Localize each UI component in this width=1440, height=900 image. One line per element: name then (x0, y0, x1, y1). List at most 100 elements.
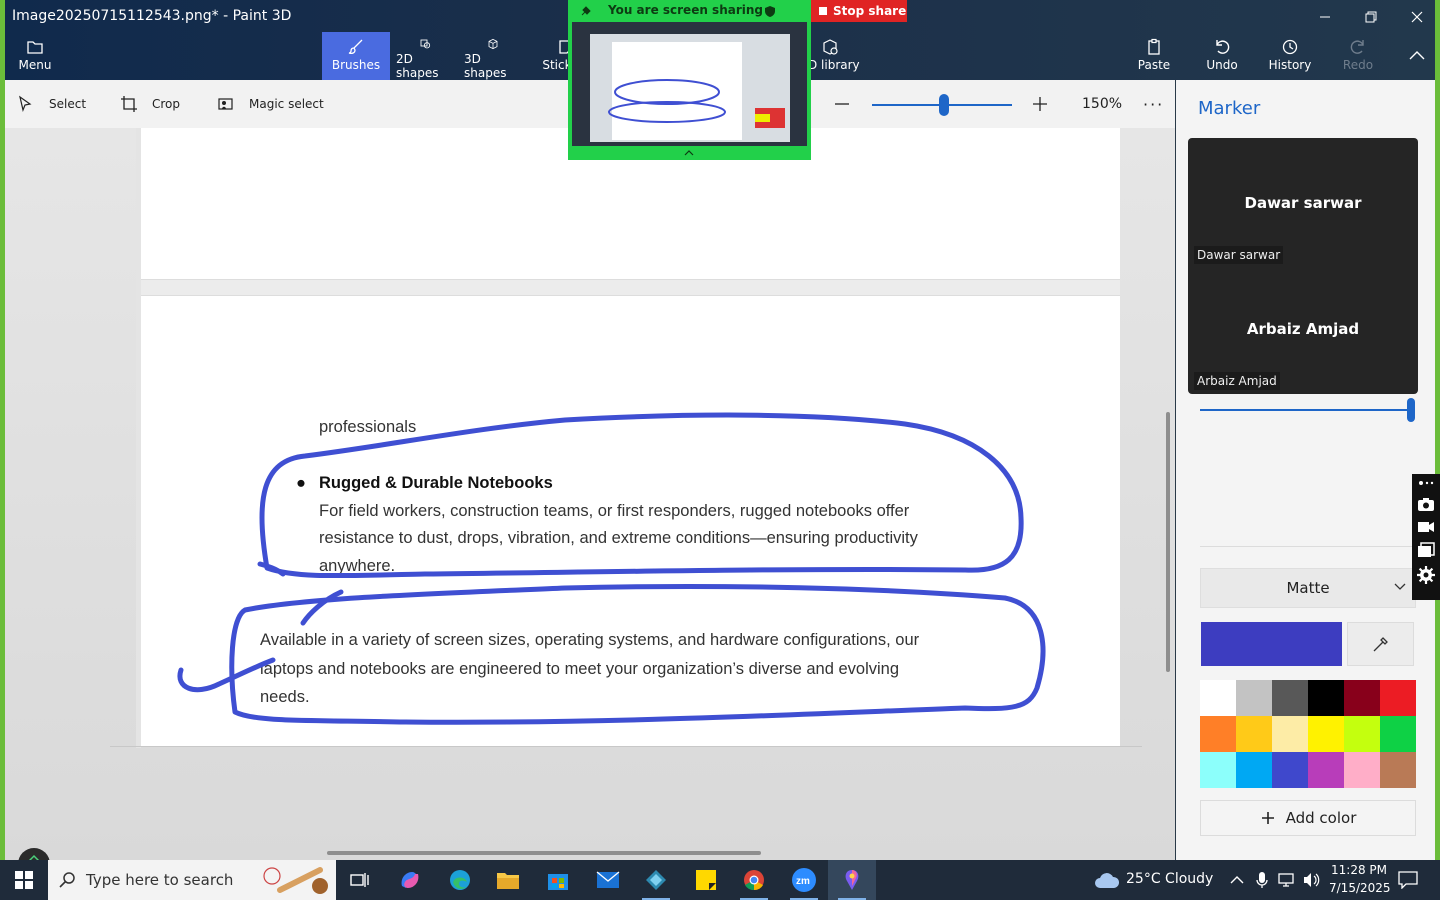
color-swatch-12[interactable] (1380, 716, 1416, 752)
color-swatch-16[interactable] (1308, 752, 1344, 788)
file-explorer-app[interactable] (484, 860, 532, 900)
crop-label: Crop (152, 97, 181, 111)
zoom-slider-thumb[interactable] (939, 94, 949, 116)
crop-tool[interactable]: Crop (120, 80, 180, 128)
chevron-up-icon[interactable] (1230, 874, 1244, 884)
clock-time[interactable]: 11:28 PM (1331, 863, 1387, 877)
meeting-side-tools (1412, 474, 1440, 600)
color-swatch-18[interactable] (1380, 752, 1416, 788)
taskbar-search[interactable]: Type here to search (48, 860, 336, 900)
video-icon[interactable] (1417, 520, 1435, 534)
tab-3d-shapes-label: 3D shapes (464, 52, 507, 80)
eyedropper-icon (1373, 637, 1388, 652)
window-icon[interactable] (1417, 542, 1435, 558)
stop-share-button[interactable]: Stop share (811, 0, 907, 22)
color-swatch-3[interactable] (1272, 680, 1308, 716)
magic-select-label: Magic select (249, 97, 324, 111)
color-swatch-9[interactable] (1272, 716, 1308, 752)
eyedropper-button[interactable] (1347, 622, 1414, 666)
volume-icon[interactable] (1302, 872, 1320, 888)
color-swatch-8[interactable] (1236, 716, 1272, 752)
restore-icon (1365, 11, 1377, 23)
collapse-ribbon-button[interactable] (1394, 42, 1440, 68)
sticky-notes-app[interactable] (682, 860, 730, 900)
color-swatch-6[interactable] (1380, 680, 1416, 716)
color-swatch-10[interactable] (1308, 716, 1344, 752)
sticky-notes-icon (696, 870, 716, 890)
settings-gear-icon[interactable] (1417, 566, 1435, 584)
notifications-icon[interactable] (1398, 871, 1418, 889)
close-button[interactable] (1394, 4, 1440, 30)
color-swatch-7[interactable] (1200, 716, 1236, 752)
app-diamond[interactable] (632, 860, 680, 900)
participant-name-2: Arbaiz Amjad (1246, 320, 1360, 338)
chevron-up-icon[interactable] (684, 148, 694, 156)
current-color-swatch[interactable] (1201, 622, 1342, 666)
color-swatch-15[interactable] (1272, 752, 1308, 788)
clock-date[interactable]: 7/15/2025 (1329, 881, 1391, 895)
chrome-app[interactable] (730, 860, 778, 900)
stop-icon (819, 7, 827, 15)
microphone-icon[interactable] (1256, 871, 1268, 889)
search-highlight-baseball-icon (263, 867, 328, 894)
weather-cloud-icon (1095, 873, 1120, 888)
horizontal-scrollbar[interactable] (327, 851, 761, 855)
thickness-slider-track[interactable] (1200, 409, 1410, 411)
participant-tag-1: Dawar sarwar (1194, 246, 1284, 264)
minimize-button[interactable] (1302, 4, 1348, 30)
tab-2d-shapes[interactable]: 2D shapes (396, 32, 454, 80)
color-swatch-17[interactable] (1344, 752, 1380, 788)
zoom-app[interactable]: zm (780, 860, 828, 900)
add-color-button[interactable]: Add color (1200, 800, 1416, 836)
edge-icon (450, 870, 470, 890)
color-swatch-11[interactable] (1344, 716, 1380, 752)
marker-tick (300, 589, 344, 626)
finish-dropdown[interactable]: Matte (1200, 568, 1416, 608)
pin-menu-icon[interactable] (1417, 478, 1435, 488)
cursor-icon (19, 95, 32, 113)
select-tool[interactable]: Select (17, 80, 86, 128)
color-swatch-5[interactable] (1344, 680, 1380, 716)
weather-text[interactable]: 25°C Cloudy (1126, 871, 1213, 887)
thickness-slider-thumb[interactable] (1407, 398, 1415, 422)
screen-share-thumbnail (572, 22, 807, 146)
network-icon[interactable] (1278, 872, 1296, 888)
mail-app[interactable] (584, 860, 632, 900)
undo-label: Undo (1206, 58, 1238, 72)
more-options-button[interactable]: ··· (1143, 80, 1164, 128)
paint-3d-app[interactable] (828, 860, 876, 900)
chevron-up-icon (1409, 51, 1425, 60)
menu-button[interactable]: Menu (12, 32, 58, 80)
zoom-in-button[interactable] (1031, 80, 1049, 128)
start-button[interactable] (0, 860, 48, 900)
color-swatch-13[interactable] (1200, 752, 1236, 788)
restore-button[interactable] (1348, 4, 1394, 30)
redo-button[interactable]: Redo (1336, 32, 1380, 80)
undo-button[interactable]: Undo (1200, 32, 1244, 80)
history-button[interactable]: History (1266, 32, 1314, 80)
camera-icon[interactable] (1417, 496, 1435, 512)
paste-button[interactable]: Paste (1132, 32, 1176, 80)
task-view-button[interactable] (336, 860, 384, 900)
copilot-icon (401, 872, 419, 888)
copilot-app[interactable] (386, 860, 434, 900)
search-placeholder: Type here to search (86, 871, 234, 889)
canvas-area[interactable]: professionals ● Rugged & Durable Noteboo… (5, 128, 1175, 860)
edge-app[interactable] (436, 860, 484, 900)
page-baseline (110, 746, 1142, 747)
zoom-level[interactable]: 150% (1082, 80, 1122, 128)
folder-icon (497, 873, 519, 889)
screen-share-panel[interactable]: You are screen sharing (568, 0, 811, 160)
color-swatch-2[interactable] (1236, 680, 1272, 716)
color-swatch-14[interactable] (1236, 752, 1272, 788)
color-swatch-1[interactable] (1200, 680, 1236, 716)
microsoft-store-app[interactable] (534, 860, 582, 900)
tab-3d-shapes[interactable]: 3D shapes (464, 32, 522, 80)
vertical-scrollbar[interactable] (1166, 412, 1170, 672)
tab-brushes[interactable]: Brushes (322, 32, 390, 80)
panel-divider (1200, 546, 1416, 547)
color-swatch-4[interactable] (1308, 680, 1344, 716)
chrome-icon (744, 870, 764, 891)
magic-select-tool[interactable]: Magic select (217, 80, 324, 128)
zoom-out-button[interactable] (833, 80, 851, 128)
